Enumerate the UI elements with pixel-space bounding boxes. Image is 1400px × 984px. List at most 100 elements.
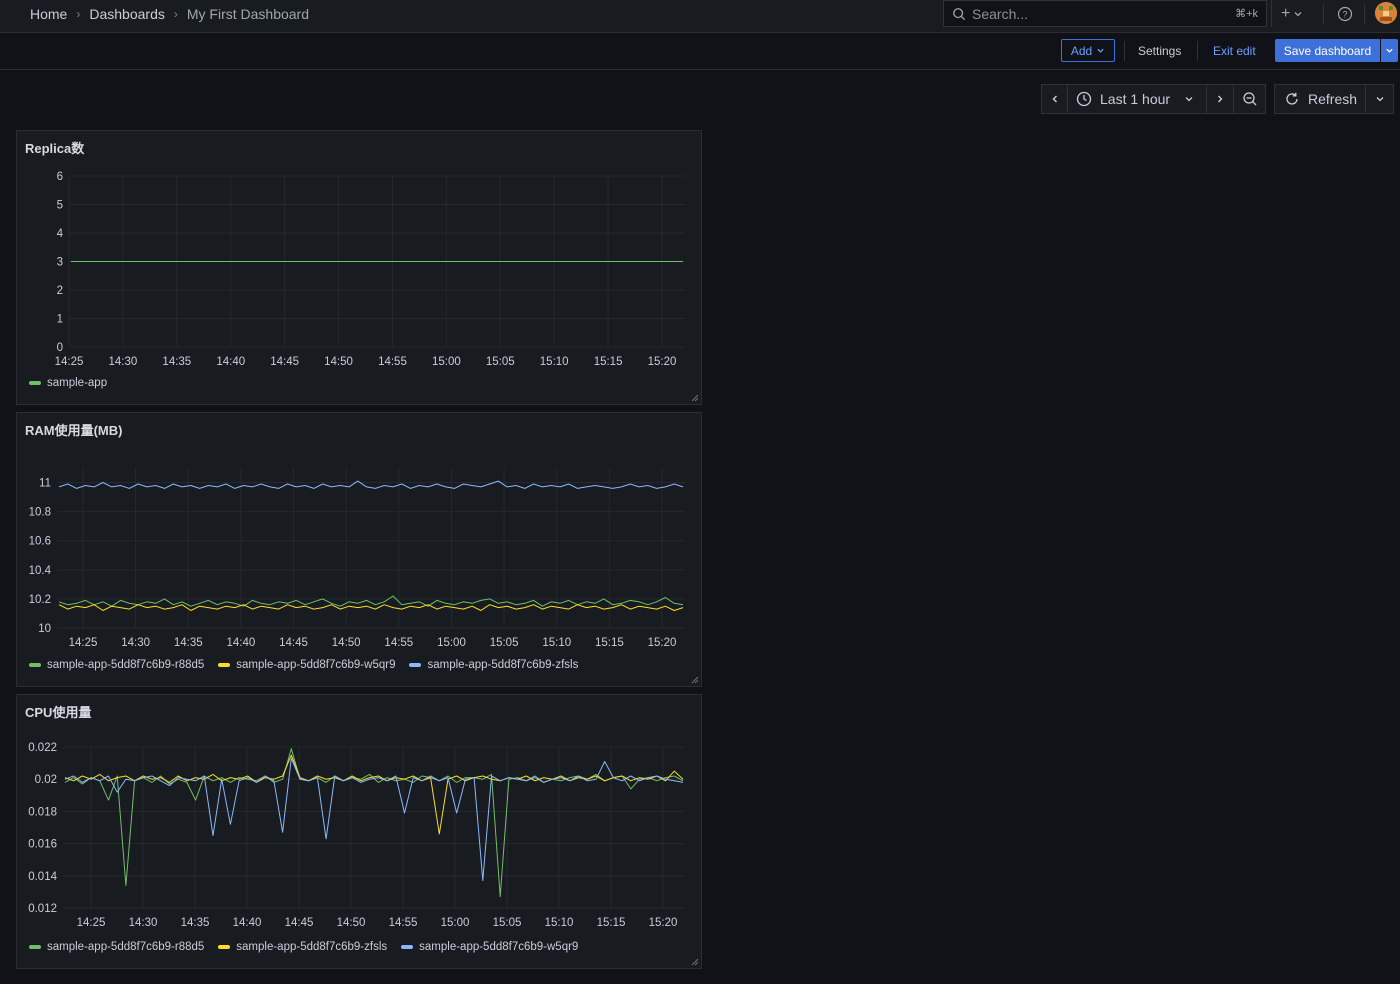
ram-chart: 10 10.2 10.4 10.6 10.8 11 14:25 14:30 14:35 14:40… (29, 468, 685, 649)
refresh-label: Refresh (1308, 91, 1358, 107)
legend-label: sample-app-5dd8f7c6b9-r88d5 (47, 941, 205, 953)
replica-chart: 0 1 2 3 4 5 6 14:25 14:30 14:35 14:40 14:45 14:50 14:… (55, 171, 685, 368)
chevron-right-icon: › (173, 6, 178, 21)
series-line-sample-app-5dd8f7c6b9-w5qr9[interactable] (58, 604, 684, 611)
legend-label: sample-app-5dd8f7c6b9-zfsls (427, 659, 579, 671)
chevron-right-icon: › (76, 6, 81, 21)
add-button[interactable]: Add (1061, 39, 1115, 62)
chevron-down-icon (1185, 97, 1193, 102)
panel-cpu[interactable]: CPU使用量 0.012 0.014 0.016 0.018 0.02 0.022 14:2… (16, 694, 702, 969)
time-range-label: Last 1 hour (1100, 91, 1171, 107)
edit-toolbar: Add Settings Exit edit Save dashboard (0, 33, 1400, 70)
y-tick-label: 0.022 (28, 742, 57, 754)
x-tick-label: 15:15 (594, 356, 623, 368)
x-tick-label: 15:20 (649, 917, 678, 929)
y-tick-label: 5 (57, 200, 63, 212)
legend-item[interactable]: sample-app-5dd8f7c6b9-r88d5 (29, 941, 204, 953)
avatar[interactable] (1375, 2, 1397, 24)
refresh-icon (1286, 92, 1298, 105)
x-tick-label: 15:10 (540, 356, 569, 368)
plus-icon: + (1281, 5, 1291, 22)
legend-swatch (218, 945, 231, 949)
series-line-sample-app-5dd8f7c6b9-r88d5[interactable] (64, 748, 684, 898)
divider (1197, 41, 1198, 61)
chevron-left-icon (1052, 95, 1057, 103)
zoom-out-button[interactable] (1233, 84, 1266, 114)
breadcrumb: Home › Dashboards › My First Dashboard (30, 0, 309, 27)
x-tick-label: 14:50 (332, 637, 361, 649)
refresh-button[interactable]: Refresh (1274, 84, 1366, 114)
panel-replica[interactable]: Replica数 0 1 2 3 4 5 6 14:25 14:30 14:35 14:40 14:4… (16, 130, 702, 405)
x-tick-label: 14:25 (55, 356, 84, 368)
resize-handle-icon[interactable] (689, 392, 699, 402)
top-nav-bar: Home › Dashboards › My First Dashboard S… (0, 0, 1400, 33)
x-tick-label: 15:00 (432, 356, 461, 368)
time-forward-button[interactable] (1206, 84, 1234, 114)
x-tick-label: 15:10 (542, 637, 571, 649)
x-tick-label: 15:05 (493, 917, 522, 929)
breadcrumb-current: My First Dashboard (186, 5, 310, 22)
chart-legend: sample-app (29, 377, 107, 389)
divider (1364, 4, 1365, 24)
x-tick-label: 15:05 (490, 637, 519, 649)
legend-swatch (409, 663, 422, 667)
x-tick-label: 14:30 (109, 356, 138, 368)
legend-swatch (29, 663, 41, 667)
legend-label: sample-app-5dd8f7c6b9-r88d5 (47, 659, 205, 671)
y-tick-label: 10.8 (29, 507, 51, 519)
save-options-button[interactable] (1381, 39, 1398, 62)
y-tick-label: 2 (57, 285, 63, 297)
legend-item[interactable]: sample-app (29, 377, 107, 389)
avatar-image (1375, 2, 1397, 24)
help-icon[interactable]: ? (1337, 6, 1353, 22)
legend-item[interactable]: sample-app-5dd8f7c6b9-zfsls (218, 941, 387, 953)
y-tick-label: 4 (57, 228, 64, 240)
search-placeholder: Search... (972, 5, 1029, 22)
resize-handle-icon[interactable] (689, 674, 699, 684)
svg-text:?: ? (1342, 10, 1347, 20)
x-tick-label: 14:35 (181, 917, 210, 929)
time-range-picker[interactable]: Last 1 hour (1067, 84, 1207, 114)
search-input[interactable]: Search... ⌘+k (943, 0, 1267, 27)
legend-swatch (218, 663, 231, 667)
y-tick-label: 10 (38, 623, 51, 635)
legend-item[interactable]: sample-app-5dd8f7c6b9-w5qr9 (401, 941, 578, 953)
time-back-button[interactable] (1041, 84, 1068, 114)
x-tick-label: 15:20 (648, 356, 677, 368)
breadcrumb-dashboards[interactable]: Dashboards (89, 6, 165, 22)
refresh-interval-button[interactable] (1365, 84, 1394, 114)
save-dashboard-button[interactable]: Save dashboard (1275, 39, 1380, 62)
x-tick-label: 14:40 (233, 917, 262, 929)
series-line-sample-app-5dd8f7c6b9-zfsls[interactable] (64, 754, 684, 835)
legend-item[interactable]: sample-app-5dd8f7c6b9-r88d5 (29, 659, 204, 671)
add-button-label: Add (1070, 43, 1093, 58)
breadcrumb-home[interactable]: Home (30, 6, 67, 22)
legend-label: sample-app (47, 377, 108, 389)
x-tick-label: 14:30 (121, 637, 150, 649)
x-tick-label: 15:00 (437, 637, 466, 649)
x-tick-label: 14:55 (389, 917, 418, 929)
x-tick-label: 14:55 (378, 356, 407, 368)
legend-item[interactable]: sample-app-5dd8f7c6b9-zfsls (409, 659, 578, 671)
x-tick-label: 15:00 (441, 917, 470, 929)
exit-edit-button[interactable]: Exit edit (1213, 39, 1256, 62)
x-tick-label: 14:50 (337, 917, 366, 929)
chevron-down-icon (1097, 48, 1104, 53)
resize-handle-icon[interactable] (689, 956, 699, 966)
series-line-sample-app-5dd8f7c6b9-r88d5[interactable] (58, 595, 684, 607)
chart-legend: sample-app-5dd8f7c6b9-r88d5 sample-app-5d… (29, 659, 578, 671)
y-tick-label: 3 (57, 257, 63, 269)
x-tick-label: 14:35 (174, 637, 203, 649)
chevron-down-icon (1294, 12, 1302, 17)
new-menu-button[interactable]: + (1281, 5, 1303, 23)
divider (1323, 4, 1324, 24)
legend-label: sample-app-5dd8f7c6b9-w5qr9 (236, 659, 396, 671)
x-tick-label: 14:30 (129, 917, 158, 929)
legend-swatch (401, 945, 414, 949)
legend-swatch (29, 381, 41, 385)
x-tick-label: 14:25 (69, 637, 98, 649)
settings-button[interactable]: Settings (1138, 39, 1181, 62)
divider (1271, 0, 1272, 27)
legend-item[interactable]: sample-app-5dd8f7c6b9-w5qr9 (218, 659, 395, 671)
panel-ram[interactable]: RAM使用量(MB) 10 10.2 10.4 10.6 10.8 11 14:25 14:3… (16, 412, 702, 687)
